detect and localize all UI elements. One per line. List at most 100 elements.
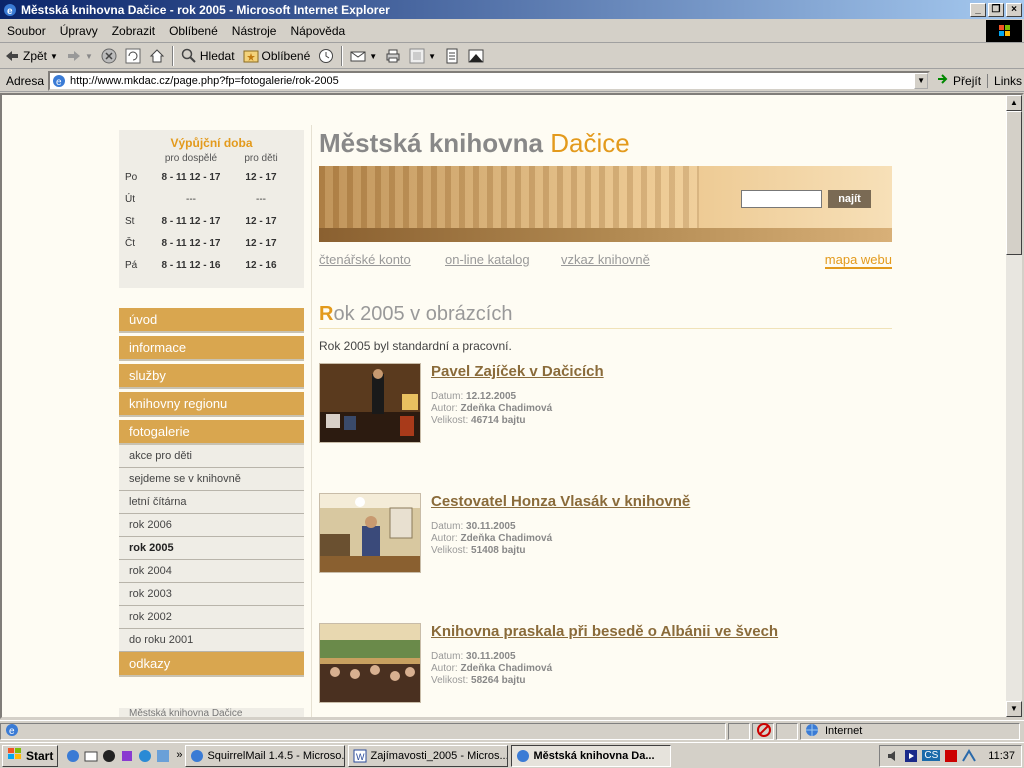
media-player-icon[interactable] xyxy=(904,749,918,763)
online-catalog-link[interactable]: on-line katalog xyxy=(445,252,530,267)
print-icon xyxy=(385,48,401,64)
chevron-down-icon[interactable]: ▼ xyxy=(428,52,436,61)
links-toolbar[interactable]: Links xyxy=(987,73,1022,88)
ie2-launch-icon[interactable] xyxy=(138,749,152,763)
chevron-down-icon[interactable]: ▼ xyxy=(369,52,377,61)
media-launch-icon[interactable] xyxy=(156,749,170,763)
nav-sub-rok-2002[interactable]: rok 2002 xyxy=(119,606,304,629)
restore-button[interactable]: ❐ xyxy=(988,2,1004,17)
edit-button[interactable]: ▼ xyxy=(405,48,440,64)
gallery-item-title[interactable]: Knihovna praskala při besedě o Albánii v… xyxy=(431,623,778,640)
menu-bar: Soubor Úpravy Zobrazit Oblíbené Nástroje… xyxy=(0,19,1024,43)
nav-sub-sejdeme-se[interactable]: sejdeme se v knihovně xyxy=(119,468,304,491)
scroll-thumb[interactable] xyxy=(1006,111,1022,255)
app-launch-icon[interactable] xyxy=(120,749,134,763)
outlook-launch-icon[interactable] xyxy=(84,749,98,763)
nav-sub-rok-2004[interactable]: rok 2004 xyxy=(119,560,304,583)
nav-odkazy[interactable]: odkazy xyxy=(119,652,304,677)
message-library-link[interactable]: vzkaz knihovně xyxy=(561,252,650,267)
discuss-button[interactable] xyxy=(440,48,464,64)
nav-fotogalerie[interactable]: fotogalerie xyxy=(119,420,304,445)
refresh-button[interactable] xyxy=(121,48,145,64)
menu-view[interactable]: Zobrazit xyxy=(105,24,162,38)
gallery-item-title[interactable]: Pavel Zajíček v Dačicích xyxy=(431,363,604,380)
reader-account-link[interactable]: čtenářské konto xyxy=(319,252,411,267)
forward-button[interactable]: ▼ xyxy=(62,48,97,64)
task-squirrelmail[interactable]: SquirrelMail 1.4.5 - Microso... xyxy=(185,744,346,767)
language-indicator[interactable]: CS xyxy=(922,750,941,761)
search-label: Hledat xyxy=(199,49,235,63)
menu-file[interactable]: Soubor xyxy=(0,24,53,38)
ie-launch-icon[interactable] xyxy=(66,749,80,763)
menu-edit[interactable]: Úpravy xyxy=(53,24,105,38)
back-button[interactable]: Zpět ▼ xyxy=(0,48,62,64)
bookshelf-image xyxy=(319,166,699,228)
menu-tools[interactable]: Nástroje xyxy=(225,24,284,38)
size-label: Velikost: xyxy=(431,545,469,556)
hours-row: St 8 - 11 12 - 17 12 - 17 xyxy=(123,210,291,232)
toolbar-separator xyxy=(341,46,344,66)
header-banner: najít xyxy=(319,166,892,242)
print-button[interactable] xyxy=(381,48,405,64)
gallery-thumbnail[interactable] xyxy=(319,363,421,443)
author-label: Autor: xyxy=(431,533,458,544)
nav-sub-akce-pro-deti[interactable]: akce pro děti xyxy=(119,445,304,468)
stop-button[interactable] xyxy=(97,48,121,64)
speaker-icon[interactable] xyxy=(886,749,900,763)
search-button[interactable]: Hledat xyxy=(177,48,239,64)
nav-sluzby[interactable]: služby xyxy=(119,364,304,389)
vertical-scrollbar[interactable]: ▲ ▼ xyxy=(1006,95,1022,717)
gallery-item: Pavel Zajíček v Dačicích Datum: 12.12.20… xyxy=(319,363,892,443)
scroll-up-icon[interactable]: ▲ xyxy=(1006,95,1022,111)
address-dropdown-icon[interactable]: ▼ xyxy=(914,72,929,89)
date-value: 30.11.2005 xyxy=(466,521,516,532)
gallery-item-meta: Datum: 12.12.2005 Autor: Zdeňka Chadimov… xyxy=(431,391,552,427)
nav-uvod[interactable]: úvod xyxy=(119,308,304,333)
menu-favorites[interactable]: Oblíbené xyxy=(162,24,225,38)
menu-help[interactable]: Nápověda xyxy=(283,24,352,38)
more-chevron-icon[interactable]: » xyxy=(176,749,182,763)
address-input[interactable]: e http://www.mkdac.cz/page.php?fp=fotoga… xyxy=(48,70,931,91)
search-button[interactable]: najít xyxy=(828,190,871,208)
sitemap-link[interactable]: mapa webu xyxy=(824,252,892,269)
svg-text:e: e xyxy=(7,6,13,17)
home-button[interactable] xyxy=(145,48,169,64)
desktop-launch-icon[interactable] xyxy=(102,749,116,763)
hours-day: Út xyxy=(125,193,135,205)
network-icon[interactable] xyxy=(962,748,977,763)
close-button[interactable]: × xyxy=(1006,2,1022,17)
privacy-icon[interactable] xyxy=(757,722,771,740)
messenger-button[interactable] xyxy=(464,48,488,64)
brand-part2: Dačice xyxy=(550,128,630,158)
nav-sub-rok-2006[interactable]: rok 2006 xyxy=(119,514,304,537)
hours-adults: 8 - 11 12 - 17 xyxy=(161,215,221,227)
task-word[interactable]: W Zajímavosti_2005 - Micros... xyxy=(348,744,509,767)
clock: 11:37 xyxy=(988,749,1015,762)
go-button[interactable]: Přejít xyxy=(930,72,987,89)
gallery-thumbnail[interactable] xyxy=(319,623,421,703)
nav-sub-letni-citarna[interactable]: letní čítárna xyxy=(119,491,304,514)
mail-button[interactable]: ▼ xyxy=(346,48,381,64)
scroll-down-icon[interactable]: ▼ xyxy=(1006,701,1022,717)
favorites-button[interactable]: Oblíbené xyxy=(239,48,315,64)
chevron-down-icon[interactable]: ▼ xyxy=(85,52,93,61)
date-label: Datum: xyxy=(431,521,464,532)
nav-sub-rok-2003[interactable]: rok 2003 xyxy=(119,583,304,606)
hours-col-kids: pro děti xyxy=(244,152,278,164)
gallery-item-title[interactable]: Cestovatel Honza Vlasák v knihovně xyxy=(431,493,690,510)
search-input[interactable] xyxy=(741,190,822,208)
start-button[interactable]: Start xyxy=(2,744,59,767)
history-button[interactable] xyxy=(314,48,338,64)
sidebar-footer: Městská knihovna Dačice xyxy=(119,708,304,717)
nav-informace[interactable]: informace xyxy=(119,336,304,361)
minimize-button[interactable]: _ xyxy=(970,2,986,17)
nav-sub-rok-2005[interactable]: rok 2005 xyxy=(119,537,304,560)
nav-sub-do-roku-2001[interactable]: do roku 2001 xyxy=(119,629,304,652)
task-library-browser[interactable]: Městská knihovna Da... xyxy=(511,744,672,767)
nav-knihovny-regionu[interactable]: knihovny regionu xyxy=(119,392,304,417)
chevron-down-icon[interactable]: ▼ xyxy=(50,52,58,61)
antivirus-icon[interactable] xyxy=(944,749,958,763)
hours-adults: 8 - 11 12 - 17 xyxy=(161,237,221,249)
gallery-thumbnail[interactable] xyxy=(319,493,421,573)
site-logo[interactable]: Městská knihovna Dačice xyxy=(319,128,630,159)
